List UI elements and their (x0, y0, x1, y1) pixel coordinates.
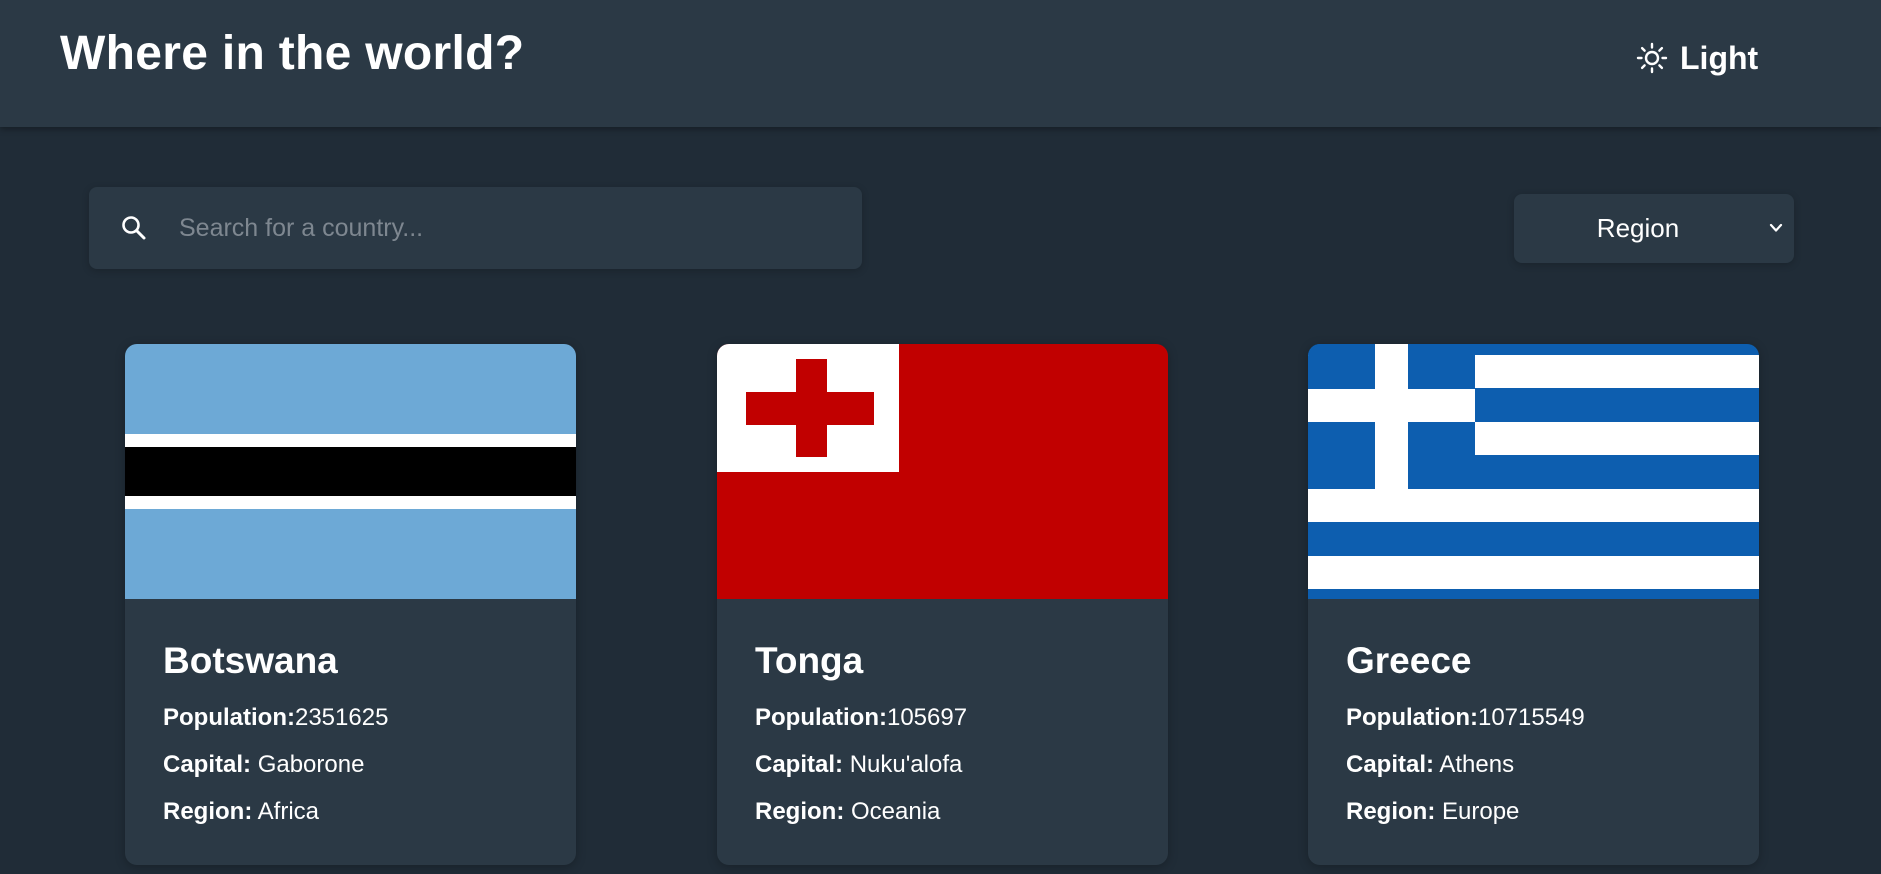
capital-value: Athens (1439, 751, 1515, 778)
capital-label: Capital: (755, 751, 844, 778)
population-value: 2351625 (294, 704, 389, 731)
capital-label: Capital: (163, 751, 252, 778)
app-title: Where in the world? (60, 27, 525, 80)
population-row: Population:105697 (755, 704, 967, 732)
flag-botswana (125, 344, 576, 599)
country-card-botswana[interactable]: Botswana Population:2351625 Capital: Gab… (125, 344, 576, 865)
search-input[interactable] (179, 187, 839, 269)
region-value: Oceania (851, 798, 941, 825)
region-filter-label: Region (1596, 213, 1680, 243)
population-value: 10715549 (1477, 704, 1585, 731)
population-label: Population: (755, 704, 887, 731)
capital-label: Capital: (1346, 751, 1435, 778)
capital-value: Gaborone (257, 751, 365, 778)
region-label: Region: (163, 798, 253, 825)
population-label: Population: (1346, 704, 1478, 731)
flag-greece (1308, 344, 1759, 599)
theme-toggle-label: Light (1680, 39, 1759, 76)
capital-value: Nuku'alofa (849, 751, 963, 778)
country-name: Botswana (163, 640, 338, 681)
region-filter-dropdown[interactable]: Region (1514, 194, 1794, 263)
population-value: 105697 (886, 704, 968, 731)
chevron-down-icon (1769, 223, 1783, 232)
sun-icon (1636, 42, 1668, 74)
population-row: Population:10715549 (1346, 704, 1585, 732)
country-name: Tonga (755, 640, 864, 681)
search-box[interactable] (89, 187, 862, 269)
country-card-greece[interactable]: Greece Population:10715549 Capital: Athe… (1308, 344, 1759, 865)
region-value: Europe (1442, 798, 1520, 825)
population-label: Population: (163, 704, 295, 731)
country-card-tonga[interactable]: Tonga Population:105697 Capital: Nuku'al… (717, 344, 1168, 865)
app-header: Where in the world? Light (0, 0, 1881, 127)
theme-toggle-button[interactable]: Light (1636, 38, 1758, 78)
country-name: Greece (1346, 640, 1472, 681)
region-label: Region: (755, 798, 845, 825)
region-row: Region: Europe (1346, 798, 1519, 826)
capital-row: Capital: Gaborone (163, 751, 364, 779)
region-label: Region: (1346, 798, 1436, 825)
search-icon (122, 216, 146, 240)
flag-tonga (717, 344, 1168, 599)
capital-row: Capital: Nuku'alofa (755, 751, 962, 779)
capital-row: Capital: Athens (1346, 751, 1514, 779)
region-value: Africa (257, 798, 320, 825)
population-row: Population:2351625 (163, 704, 388, 732)
region-row: Region: Oceania (755, 798, 940, 826)
region-row: Region: Africa (163, 798, 319, 826)
